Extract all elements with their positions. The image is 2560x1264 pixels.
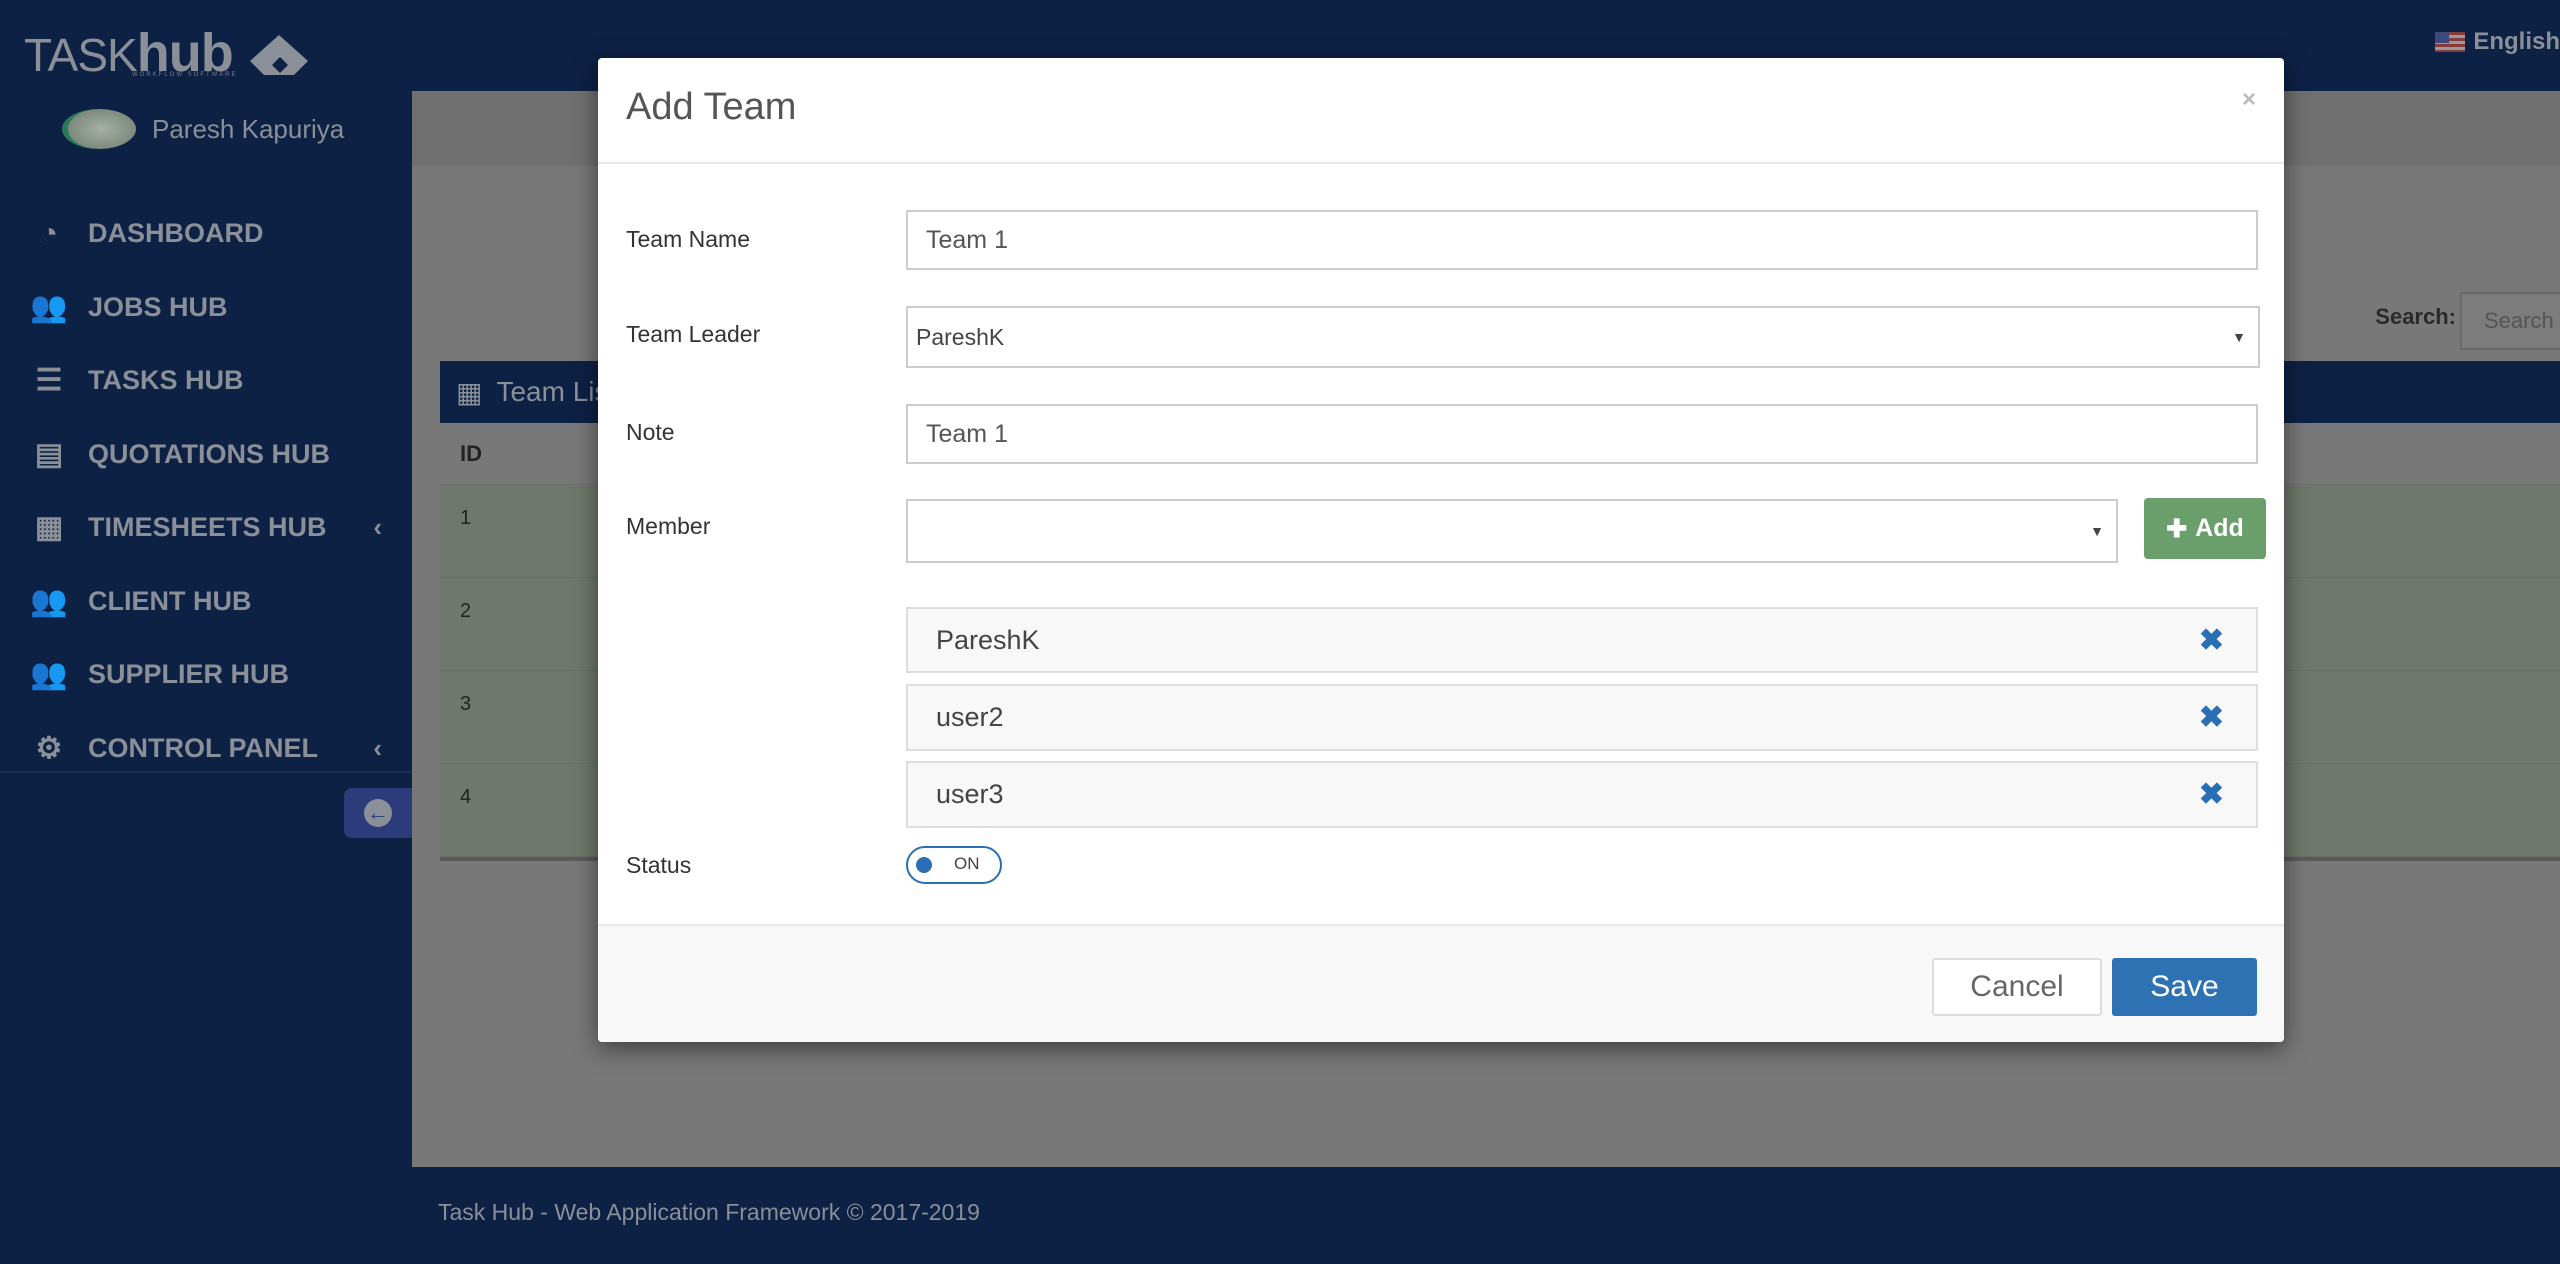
sidebar-item-timesheets-hub[interactable]: ▦ TIMESHEETS HUB ‹ <box>0 491 412 565</box>
sidebar-divider <box>0 771 412 773</box>
user-profile[interactable]: Paresh Kapuriya <box>62 109 344 149</box>
language-label: English <box>2473 28 2560 55</box>
sidebar-item-label: CONTROL PANEL <box>88 732 319 763</box>
table-icon: ▦ <box>456 376 483 408</box>
sidebar-item-label: QUOTATIONS HUB <box>88 438 330 469</box>
modal-title: Add Team <box>626 86 797 128</box>
language-selector[interactable]: English <box>2435 28 2560 56</box>
member-item: user2 ✖ <box>906 684 2258 751</box>
logo-mark-icon <box>250 35 309 75</box>
close-icon[interactable]: × <box>2242 86 2256 114</box>
member-item: user3 ✖ <box>906 761 2258 828</box>
taskhub-logo[interactable]: TASKhub WORKFLOW SOFTWARE <box>24 22 309 84</box>
sidebar-item-dashboard[interactable]: ◔ DASHBOARD <box>0 197 412 271</box>
sidebar-collapse-button[interactable]: ← <box>344 788 412 838</box>
sidebar-item-supplier-hub[interactable]: 👥 SUPPLIER HUB <box>0 638 412 712</box>
sidebar-menu: ◔ DASHBOARD 👥 JOBS HUB ☰ TASKS HUB ▤ QUO… <box>0 197 412 785</box>
users-icon: 👥 <box>30 290 68 324</box>
search-input[interactable]: Search <box>2460 292 2560 350</box>
gears-icon: ⚙ <box>35 731 63 765</box>
sidebar-item-label: DASHBOARD <box>88 218 264 249</box>
note-label: Note <box>626 419 675 445</box>
sidebar-item-label: JOBS HUB <box>88 291 228 322</box>
page-footer: Task Hub - Web Application Framework © 2… <box>412 1167 2560 1264</box>
logo-subtitle: WORKFLOW SOFTWARE <box>132 72 238 78</box>
member-select[interactable]: ▼ <box>906 499 2118 563</box>
server-icon: ☰ <box>35 364 63 398</box>
sidebar-item-quotations-hub[interactable]: ▤ QUOTATIONS HUB <box>0 418 412 492</box>
search-label: Search: <box>2375 304 2456 329</box>
team-name-label: Team Name <box>626 226 750 252</box>
sidebar-item-jobs-hub[interactable]: 👥 JOBS HUB <box>0 271 412 345</box>
status-toggle[interactable]: ON <box>906 846 1002 884</box>
sidebar-item-client-hub[interactable]: 👥 CLIENT HUB <box>0 565 412 639</box>
logo-text: TASK <box>24 29 138 81</box>
add-button-label: Add <box>2195 514 2244 542</box>
chevron-left-icon: ‹ <box>373 512 382 543</box>
toggle-label: ON <box>954 854 980 873</box>
status-label: Status <box>626 852 692 878</box>
arrow-left-circle-icon: ← <box>364 799 392 827</box>
caret-down-icon: ▼ <box>2232 329 2246 345</box>
sidebar-item-label: TIMESHEETS HUB <box>88 512 327 543</box>
list-icon: ▤ <box>34 437 64 471</box>
calendar-icon: ▦ <box>34 511 64 545</box>
sidebar-item-label: SUPPLIER HUB <box>88 659 290 690</box>
sidebar-item-label: CLIENT HUB <box>88 585 252 616</box>
modal-footer: Cancel Save <box>598 924 2284 1042</box>
remove-icon[interactable]: ✖ <box>2199 623 2224 658</box>
add-member-button[interactable]: ✚ Add <box>2144 498 2266 559</box>
sidebar: Paresh Kapuriya ◔ DASHBOARD 👥 JOBS HUB ☰… <box>0 91 412 1167</box>
cell-id: 4 <box>460 786 472 808</box>
member-item: PareshK ✖ <box>906 607 2258 673</box>
member-label: Member <box>626 513 711 539</box>
column-header-id[interactable]: ID <box>460 441 482 467</box>
sidebar-item-tasks-hub[interactable]: ☰ TASKS HUB <box>0 344 412 418</box>
remove-icon[interactable]: ✖ <box>2199 700 2224 735</box>
plus-icon: ✚ <box>2166 514 2188 543</box>
remove-icon[interactable]: ✖ <box>2199 777 2224 812</box>
save-button[interactable]: Save <box>2112 958 2257 1016</box>
footer-text: Task Hub - Web Application Framework © 2… <box>438 1199 980 1225</box>
team-name-input[interactable]: Team 1 <box>906 210 2258 270</box>
sidebar-item-control-panel[interactable]: ⚙ CONTROL PANEL ‹ <box>0 712 412 786</box>
caret-down-icon: ▼ <box>2090 523 2104 539</box>
cell-id: 3 <box>460 693 472 715</box>
avatar <box>62 109 136 149</box>
add-team-modal: Add Team × Team Name Team 1 Team Leader … <box>598 58 2284 1042</box>
toggle-knob <box>916 857 932 873</box>
users-icon: 👥 <box>30 658 68 692</box>
team-leader-label: Team Leader <box>626 321 761 347</box>
cancel-button[interactable]: Cancel <box>1932 958 2102 1016</box>
dashboard-icon: ◔ <box>39 216 59 250</box>
us-flag-icon <box>2435 32 2466 52</box>
member-name: user3 <box>936 779 1004 809</box>
note-input[interactable]: Team 1 <box>906 404 2258 464</box>
team-leader-value: PareshK <box>916 323 1005 350</box>
team-leader-select[interactable]: PareshK ▼ <box>906 306 2260 368</box>
modal-header: Add Team × <box>598 58 2284 164</box>
member-name: user2 <box>936 702 1004 732</box>
users-icon: 👥 <box>30 584 68 618</box>
member-name: PareshK <box>936 624 1040 655</box>
sidebar-item-label: TASKS HUB <box>88 365 244 396</box>
cell-id: 2 <box>460 600 472 622</box>
chevron-left-icon: ‹ <box>373 732 382 763</box>
user-name: Paresh Kapuriya <box>152 113 345 144</box>
cell-id: 1 <box>460 507 472 529</box>
